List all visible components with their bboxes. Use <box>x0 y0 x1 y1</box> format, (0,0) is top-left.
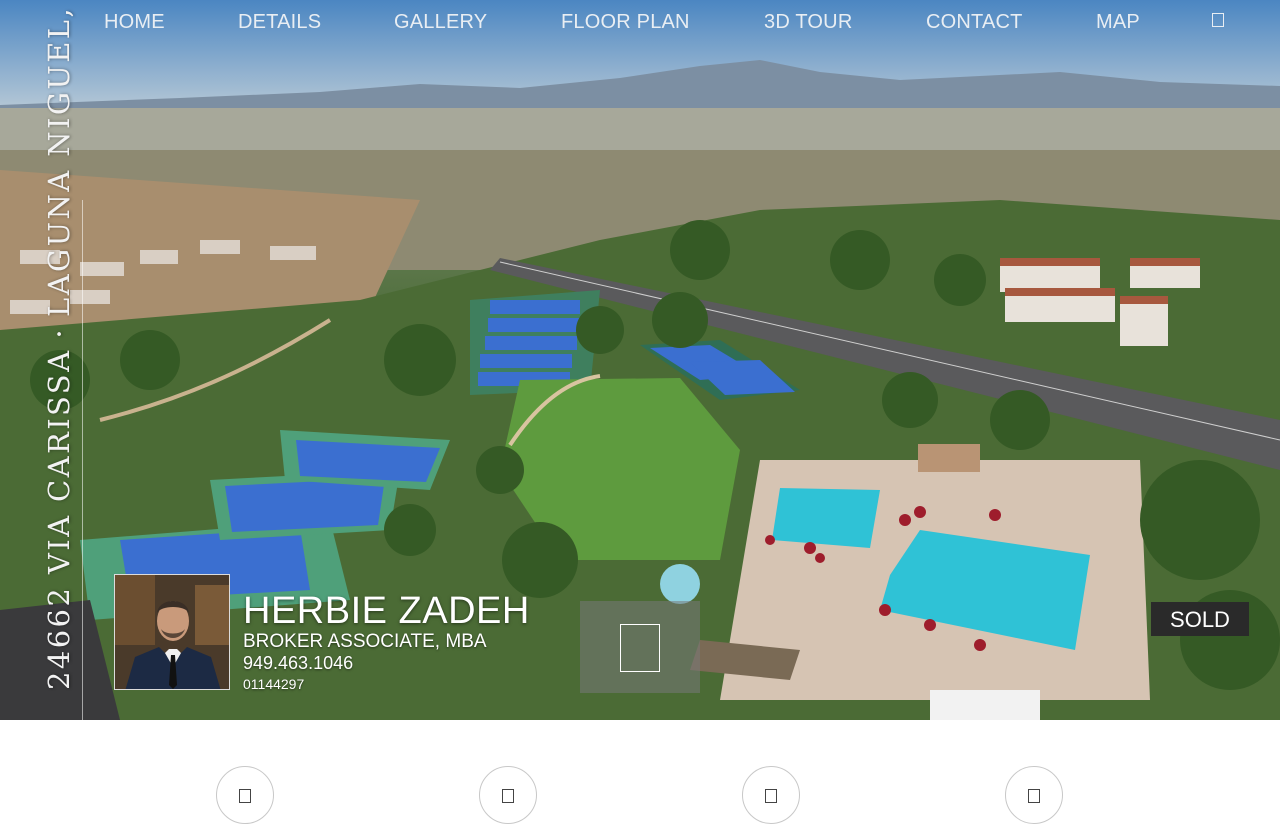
address-separator: · <box>42 326 76 339</box>
status-badge: SOLD <box>1151 602 1249 636</box>
play-icon <box>620 624 660 672</box>
agent-name: HERBIE ZADEH <box>243 590 530 632</box>
address-street: 24662 VIA CARISSA <box>42 348 76 690</box>
side-divider <box>82 200 83 720</box>
agent-license: 01144297 <box>243 676 305 692</box>
feature-button-1[interactable] <box>216 766 274 824</box>
menu-icon[interactable] <box>1212 13 1224 27</box>
nav-home[interactable]: HOME <box>104 11 165 34</box>
agent-phone-link[interactable]: 949.463.1046 <box>243 653 353 674</box>
nav-contact[interactable]: CONTACT <box>926 11 1023 34</box>
nav-map[interactable]: MAP <box>1096 11 1140 34</box>
agent-title: BROKER ASSOCIATE, MBA <box>243 631 487 652</box>
agent-portrait <box>115 575 229 689</box>
nav-details[interactable]: DETAILS <box>238 11 321 34</box>
property-address: 24662 VIA CARISSA · LAGUNA NIGUEL, CA <box>42 0 76 690</box>
feature-icon-4 <box>1028 789 1040 803</box>
main-nav: HOME DETAILS GALLERY FLOOR PLAN 3D TOUR … <box>0 0 1280 44</box>
video-play-button[interactable] <box>580 601 700 693</box>
nav-floor-plan[interactable]: FLOOR PLAN <box>561 11 690 34</box>
nav-3d-tour[interactable]: 3D TOUR <box>764 11 852 34</box>
feature-button-3[interactable] <box>742 766 800 824</box>
agent-photo <box>114 574 230 690</box>
feature-button-4[interactable] <box>1005 766 1063 824</box>
feature-button-2[interactable] <box>479 766 537 824</box>
feature-icon-1 <box>239 789 251 803</box>
feature-icon-3 <box>765 789 777 803</box>
nav-gallery[interactable]: GALLERY <box>394 11 487 34</box>
feature-icon-2 <box>502 789 514 803</box>
address-city: LAGUNA NIGUEL, CA <box>42 0 76 317</box>
